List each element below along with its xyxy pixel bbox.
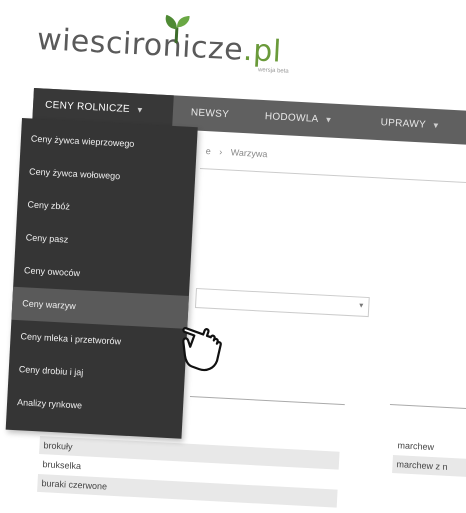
nav-item-hodowla[interactable]: HODOWLA ▼ — [264, 100, 334, 138]
logo-text-1: wiesciro — [36, 22, 164, 64]
breadcrumb-separator: › — [218, 146, 223, 157]
sprout-icon — [165, 14, 190, 44]
logo-domain: .pl — [242, 32, 283, 70]
chevron-down-icon: ▾ — [359, 300, 364, 310]
chevron-down-icon: ▼ — [135, 105, 145, 115]
breadcrumb-current: Warzywa — [230, 147, 268, 160]
vegetable-list-left: brokuły brukselka buraki czerwone — [37, 436, 340, 509]
list-item[interactable]: marchew z n — [392, 454, 466, 478]
nav-label: NEWSY — [190, 107, 230, 121]
vegetable-list-right: marchew marchew z n — [392, 436, 466, 479]
site-logo[interactable]: wiescironicze.pl — [36, 14, 283, 70]
hand-cursor-icon — [182, 327, 222, 372]
logo-tagline: wersja beta — [257, 67, 289, 75]
divider — [199, 168, 466, 184]
divider — [389, 404, 466, 410]
chevron-down-icon: ▼ — [324, 115, 333, 125]
category-select[interactable]: ▾ — [194, 288, 370, 318]
nav-label: UPRAWY — [380, 117, 427, 131]
chevron-down-icon: ▼ — [431, 120, 441, 131]
divider — [189, 396, 345, 406]
nav-label: CENY ROLNICZE — [44, 99, 131, 116]
ceny-rolnicze-dropdown: Ceny żywca wieprzowego Ceny żywca wołowe… — [5, 118, 198, 439]
breadcrumb: e › Warzywa — [205, 146, 273, 160]
nav-label: HODOWLA — [264, 111, 319, 125]
screenshot-scene: wiescironicze.pl wersja beta CENY ROLNIC… — [0, 0, 466, 513]
breadcrumb-item[interactable]: e — [205, 146, 211, 156]
nav-item-uprawy[interactable]: UPRAWY ▼ — [380, 106, 441, 143]
